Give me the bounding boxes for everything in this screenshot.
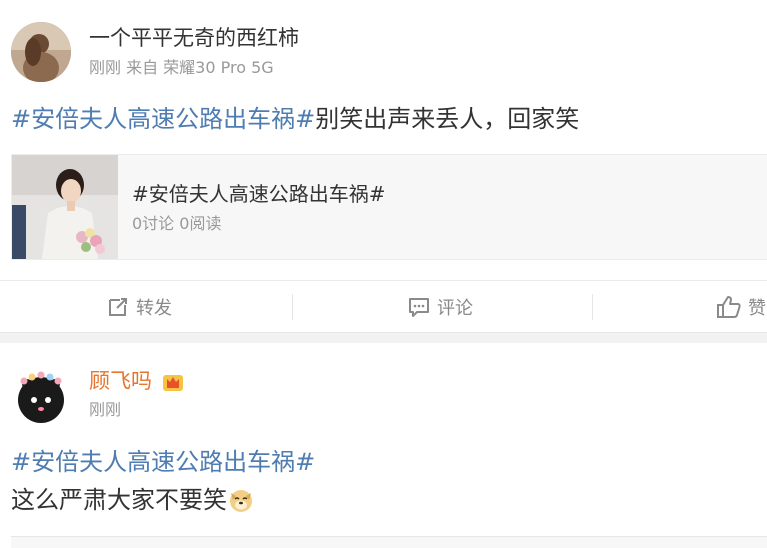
card-thumbnail bbox=[12, 155, 118, 259]
avatar[interactable] bbox=[11, 368, 71, 428]
post-meta: 刚刚 bbox=[89, 400, 122, 419]
hashtag-link[interactable]: #安倍夫人高速公路出车祸# bbox=[11, 105, 315, 133]
like-button[interactable]: 赞 bbox=[716, 281, 766, 333]
like-label: 赞 bbox=[748, 298, 766, 319]
post-hashtag-line: #安倍夫人高速公路出车祸# bbox=[11, 447, 315, 477]
post-body: 这么严肃大家不要笑 bbox=[11, 486, 227, 514]
post-1: 一个平平无奇的西红柿 刚刚 来自 荣耀30 Pro 5G #安倍夫人高速公路出车… bbox=[0, 0, 767, 332]
avatar-image bbox=[11, 22, 71, 82]
topic-card[interactable]: #安倍夫人高速公路出车祸# 0讨论 0阅读 bbox=[11, 154, 767, 260]
username[interactable]: 顾飞吗 bbox=[89, 368, 152, 394]
crown-icon bbox=[163, 375, 183, 391]
action-bar: 转发 评论 赞 bbox=[0, 280, 767, 332]
post-2: 顾飞吗 刚刚 #安倍夫人高速公路出车祸# 这么严肃大家不要笑 bbox=[0, 343, 767, 548]
comment-icon bbox=[409, 298, 429, 317]
post-text: 这么严肃大家不要笑 bbox=[11, 485, 254, 515]
avatar-image bbox=[11, 368, 71, 428]
like-icon bbox=[717, 296, 741, 318]
post-text: #安倍夫人高速公路出车祸#别笑出声来丢人，回家笑 bbox=[11, 104, 579, 134]
action-divider bbox=[592, 294, 593, 320]
card-preview-edge[interactable] bbox=[11, 536, 767, 548]
card-stats: 0讨论 0阅读 bbox=[132, 214, 222, 233]
repost-button[interactable]: 转发 bbox=[106, 281, 172, 333]
repost-icon bbox=[109, 298, 127, 316]
feed-separator bbox=[0, 332, 767, 343]
card-title: #安倍夫人高速公路出车祸# bbox=[132, 182, 386, 206]
hashtag-link[interactable]: #安倍夫人高速公路出车祸# bbox=[11, 448, 315, 476]
repost-label: 转发 bbox=[136, 298, 172, 319]
post-body: 别笑出声来丢人，回家笑 bbox=[315, 105, 580, 133]
action-divider bbox=[292, 294, 293, 320]
avatar[interactable] bbox=[11, 22, 71, 82]
comment-label: 评论 bbox=[437, 298, 473, 319]
post-meta: 刚刚 来自 荣耀30 Pro 5G bbox=[89, 58, 274, 77]
comment-button[interactable]: 评论 bbox=[407, 281, 473, 333]
doge-emoji bbox=[230, 490, 252, 512]
username[interactable]: 一个平平无奇的西红柿 bbox=[89, 25, 299, 51]
